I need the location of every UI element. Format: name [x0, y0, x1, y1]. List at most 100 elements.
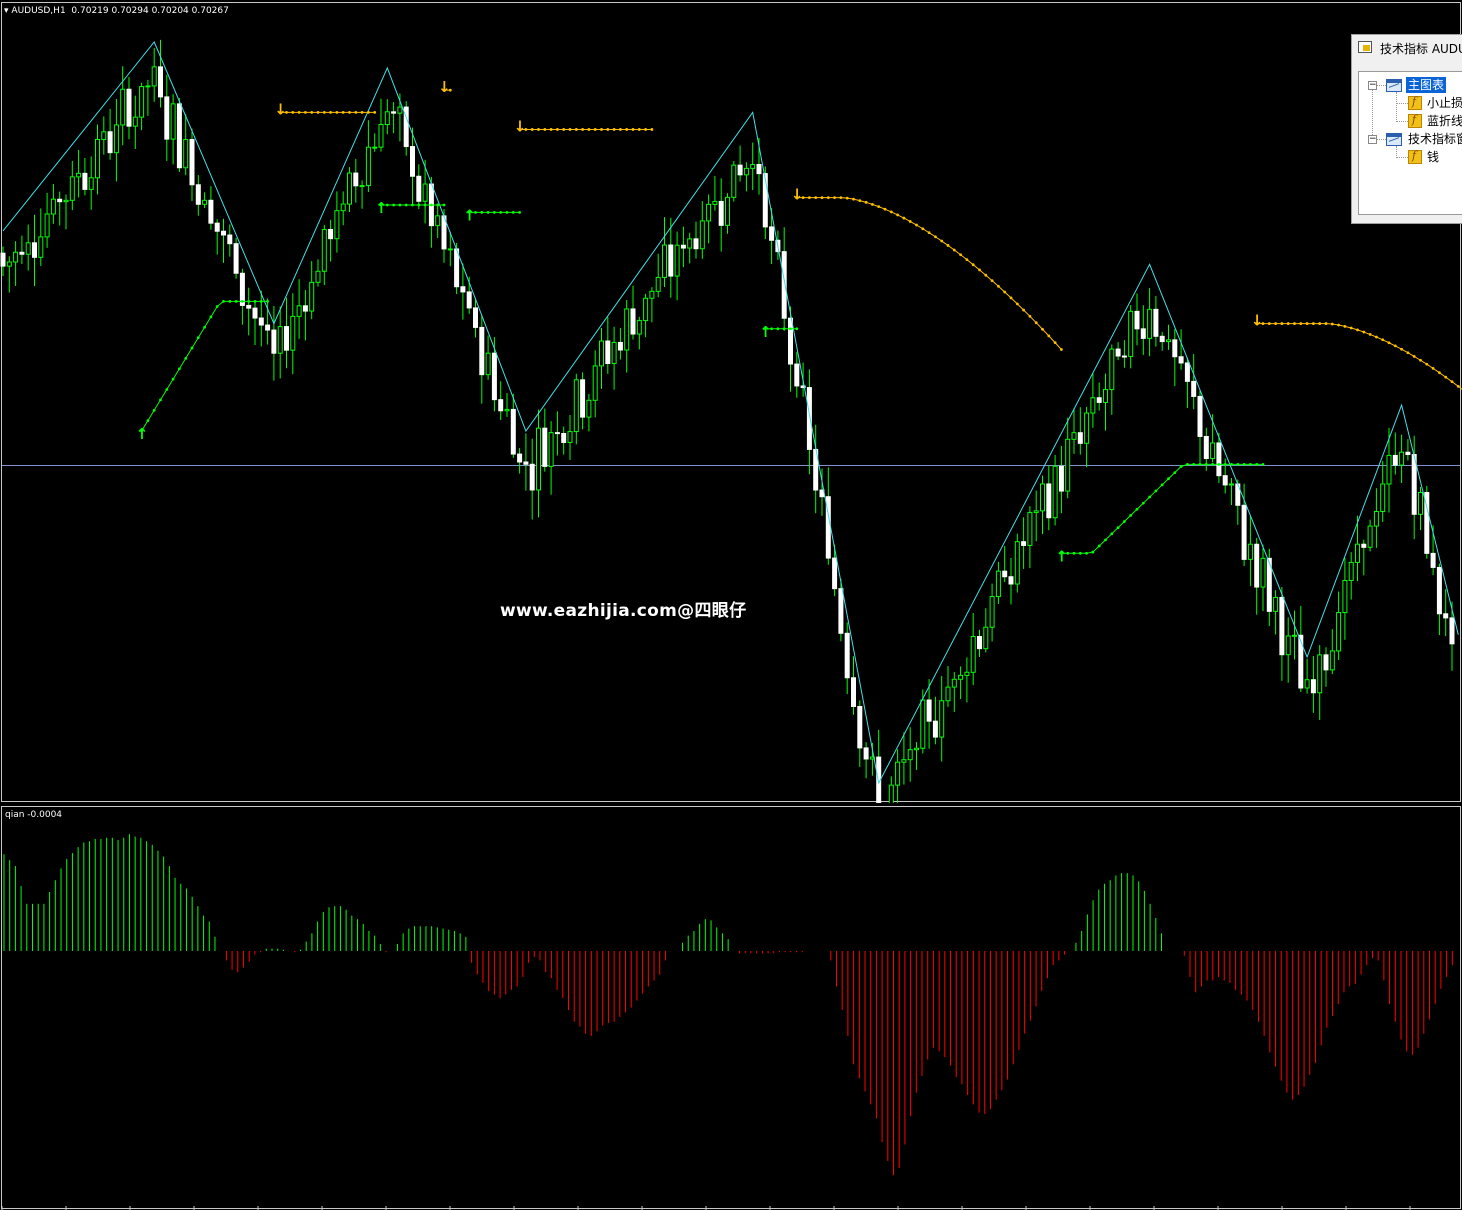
chart-header: ▾ AUDUSD,H1 0.70219 0.70294 0.70204 0.70… [4, 6, 229, 16]
candle-body [1436, 566, 1442, 615]
candle-body [391, 111, 397, 114]
candle-body [491, 352, 497, 401]
candle-body [523, 461, 529, 465]
stop-trail-down-dot [1387, 341, 1391, 345]
tree-node-indicator[interactable]: 钱 [1359, 149, 1462, 165]
arrow-up-icon: ↑ [136, 425, 149, 443]
stop-trail-up-dot [1249, 462, 1252, 466]
candle-body [170, 103, 176, 140]
stop-trail-down-dot [984, 273, 988, 277]
stop-trail-down-dot [1015, 302, 1019, 306]
watermark: www.eazhijia.com@四眼仔 [500, 601, 747, 621]
candle-body [1071, 432, 1077, 440]
main-chart-pane[interactable]: ↓ ↓ ↓ ↓ ↓ ↑ ↑ ↑ ↑ ↑ ▾ AUDUSD,H1 0.70219 0.70294 0… [0, 0, 1462, 803]
stop-trail-down-dot [625, 128, 629, 131]
candle-body [1033, 510, 1039, 513]
candle-body [113, 124, 119, 154]
candle-body [277, 326, 283, 354]
tree-node-indicator-window[interactable]: − 技术指标窗 [1359, 131, 1462, 147]
candle-body [668, 244, 674, 277]
stop-trail-down-dot [1438, 371, 1441, 375]
candle-body [844, 632, 850, 679]
arrow-down-icon: ↓ [274, 100, 287, 118]
candle-body [1216, 442, 1222, 477]
stop-trail-down-dot [971, 263, 975, 267]
navigator-window[interactable]: 技术指标 AUDU − 主图表 小止损 蓝折线 − 技术指标窗 [1351, 34, 1462, 224]
stop-trail-down-dot [1060, 348, 1063, 351]
candle-body [334, 210, 340, 240]
tree-node-indicator[interactable]: 蓝折线 [1359, 113, 1462, 129]
candle-body [1329, 650, 1335, 671]
candle-body [50, 198, 56, 215]
candle-body [284, 326, 289, 351]
candles [0, 39, 1455, 803]
tree-node-indicator[interactable]: 小止损 [1359, 95, 1462, 111]
candle-body [1052, 465, 1058, 519]
candle-body [1348, 561, 1354, 581]
candle-body [737, 164, 743, 176]
candle-body [599, 340, 604, 367]
candle-body [151, 66, 157, 87]
stop-trail-down: ↓ ↓ ↓ ↓ ↓ [274, 78, 1462, 390]
indicator-subwindow[interactable]: qian -0.0004 [0, 806, 1462, 1210]
candle-body [76, 172, 82, 178]
candle-body [1140, 328, 1146, 339]
stop-trail-up-dot [486, 211, 490, 214]
candle-body [347, 172, 352, 205]
stop-trail-down-dot [574, 128, 578, 131]
stop-trail-down-dot [1041, 327, 1044, 331]
candle-body [88, 177, 94, 190]
indicator-icon [1408, 95, 1422, 110]
stop-trail-down-dot [310, 110, 314, 114]
indicator-tree[interactable]: − 主图表 小止损 蓝折线 − 技术指标窗 钱 [1358, 71, 1462, 215]
candle-body [945, 686, 951, 702]
candle-body [687, 238, 693, 249]
candle-body [605, 340, 611, 365]
stop-trail-up-dot [1129, 513, 1133, 517]
candle-body [195, 184, 201, 205]
candle-body [630, 308, 636, 335]
candle-body [69, 176, 75, 201]
qian-histogram[interactable] [0, 806, 1462, 1210]
candle-body [1128, 310, 1134, 357]
candle-body [964, 671, 970, 676]
candle-body [907, 749, 913, 761]
subwindow-label: qian -0.0004 [5, 810, 63, 820]
stop-trail-up-dot [1072, 551, 1076, 555]
candle-body [139, 86, 145, 118]
candle-body [498, 399, 504, 412]
candle-body [258, 317, 264, 326]
candle-body [504, 408, 510, 412]
collapse-icon[interactable]: − [1368, 81, 1377, 90]
arrow-down-icon: ↓ [791, 186, 804, 204]
candle-body [542, 427, 548, 467]
stop-trail-up-dot [1167, 477, 1170, 481]
candle-body [1203, 435, 1209, 460]
candle-body [1361, 543, 1367, 548]
candle-body [246, 304, 252, 309]
arrow-up-icon: ↑ [463, 206, 476, 224]
stop-trail-up-dot [776, 327, 780, 331]
stop-trail-up-dot [1123, 520, 1126, 523]
navigator-titlebar[interactable]: 技术指标 AUDU [1352, 35, 1462, 61]
stop-trail-up-dot [1236, 462, 1240, 466]
candle-body [1430, 552, 1436, 568]
stop-trail-down-dot [1312, 322, 1315, 325]
candle-body [1247, 543, 1253, 560]
stop-trail-down-dot [845, 196, 849, 200]
triangle-down-icon[interactable]: ▾ [4, 6, 9, 16]
stop-trail-down-dot [631, 128, 635, 131]
candle-body [806, 387, 812, 450]
collapse-icon[interactable]: − [1368, 135, 1377, 144]
stop-trail-down-dot [530, 128, 534, 131]
price-chart[interactable]: ↓ ↓ ↓ ↓ ↓ ↑ ↑ ↑ ↑ ↑ [0, 0, 1462, 803]
candle-body [359, 185, 365, 188]
stop-trail-up-dot [266, 299, 269, 303]
histogram-bars [3, 834, 1453, 1176]
stop-trail-down-dot [606, 128, 610, 131]
candle-body [340, 203, 346, 212]
stop-trail-down-dot [883, 207, 887, 211]
tree-node-main-chart[interactable]: − 主图表 [1359, 77, 1462, 93]
stop-trail-up-line [1061, 463, 1263, 554]
stop-trail-down-dot [1047, 334, 1051, 338]
